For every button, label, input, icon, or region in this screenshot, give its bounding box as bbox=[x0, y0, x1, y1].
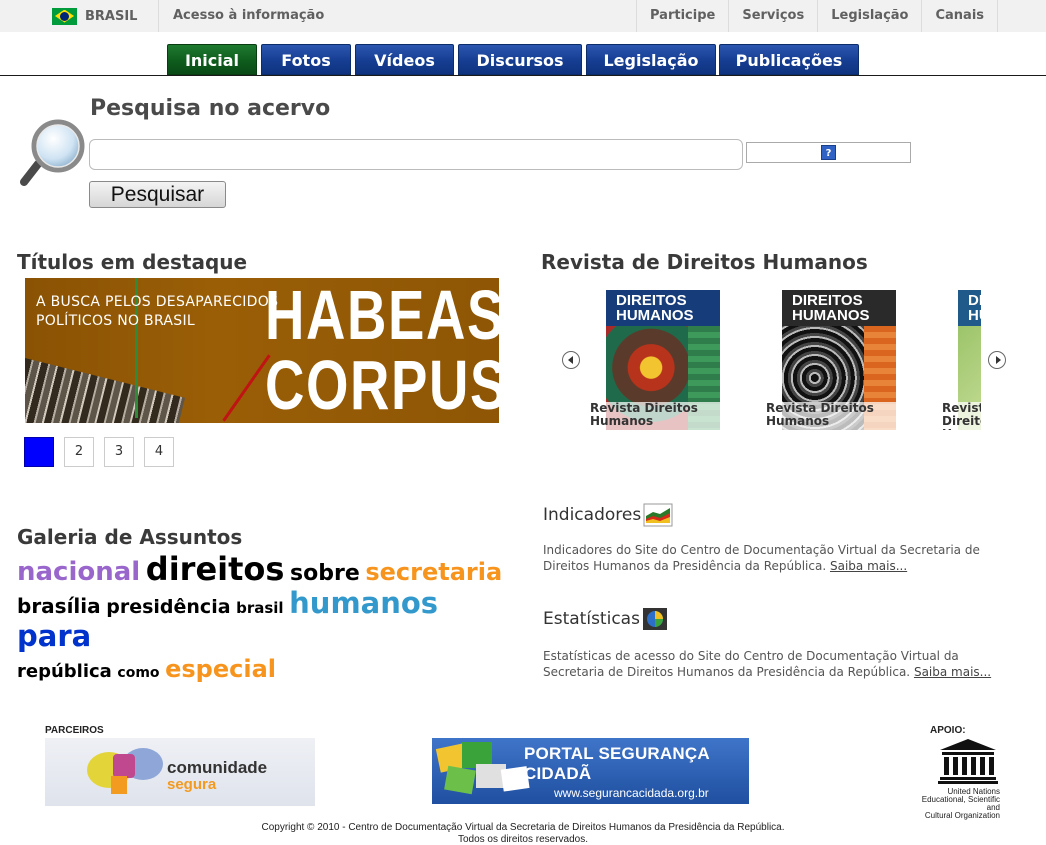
tag-cloud: nacional direitos sobre secretaria brasí… bbox=[17, 553, 507, 687]
partners-label: PARCEIROS bbox=[45, 725, 104, 736]
tag[interactable]: especial bbox=[165, 655, 276, 683]
gov-link-legislacao[interactable]: Legislação bbox=[818, 0, 923, 32]
unesco-name: United Nations Educational, Scientific a… bbox=[908, 788, 1000, 820]
cover-head-line: DIREITOS bbox=[616, 292, 687, 309]
copyright-line: Todos os direitos reservados. bbox=[457, 834, 589, 845]
banner-subtitle-line: POLÍTICOS NO BRASIL bbox=[36, 313, 196, 329]
indicators-text: Indicadores do Site do Centro de Documen… bbox=[543, 543, 980, 573]
banner-redline bbox=[222, 354, 271, 422]
indicators-description: Indicadores do Site do Centro de Documen… bbox=[543, 542, 1023, 574]
unesco-line: Educational, Scientific and bbox=[921, 795, 1000, 812]
search-input[interactable] bbox=[89, 139, 743, 170]
cover-head-line: DIREITOS bbox=[968, 292, 981, 309]
portal-title: PORTAL SEGURANÇA CIDADÃ bbox=[524, 744, 710, 783]
unesco-line: Cultural Organization bbox=[924, 811, 1000, 820]
tab-discursos[interactable]: Discursos bbox=[458, 44, 582, 75]
brasil-link[interactable]: BRASIL bbox=[52, 0, 137, 32]
portal-seguranca-logo[interactable]: PORTAL SEGURANÇA CIDADÃ www.segurancacid… bbox=[432, 738, 749, 804]
tag[interactable]: república bbox=[17, 661, 112, 682]
gallery-title: Galeria de Assuntos bbox=[17, 525, 243, 549]
banner-subtitle: A BUSCA PELOS DESAPARECIDOS POLÍTICOS NO… bbox=[36, 293, 278, 331]
cover-head-line: DIREITOS bbox=[792, 292, 863, 309]
tab-legislacao[interactable]: Legislação bbox=[586, 44, 716, 75]
main-nav: Inicial Fotos Vídeos Discursos Legislaçã… bbox=[0, 44, 1046, 76]
tag[interactable]: humanos bbox=[289, 586, 438, 620]
tab-fotos[interactable]: Fotos bbox=[261, 44, 351, 75]
tag[interactable]: brasil bbox=[236, 599, 283, 617]
pager-4[interactable]: 4 bbox=[144, 437, 174, 467]
statistics-description: Estatísticas de acesso do Site do Centro… bbox=[543, 648, 1023, 680]
tag[interactable]: para bbox=[17, 619, 91, 653]
gov-bar: BRASIL Acesso à informação Participe Ser… bbox=[0, 0, 1046, 32]
tag[interactable]: presidência bbox=[106, 596, 230, 618]
magazine-title: Revista de Direitos Humanos bbox=[541, 250, 868, 274]
copyright: Copyright © 2010 - Centro de Documentaçã… bbox=[0, 822, 1046, 845]
country-label: BRASIL bbox=[85, 8, 138, 24]
cover-head: DIREITOS HUMANOS bbox=[782, 290, 896, 326]
tag[interactable]: nacional bbox=[17, 557, 140, 587]
cover-head: DIREITOS HUMANOS bbox=[606, 290, 720, 326]
portal-url: www.segurancacidada.org.br bbox=[554, 786, 709, 800]
unesco-logo[interactable]: UNESCO United Nations Educational, Scien… bbox=[908, 738, 1000, 820]
support-label: APOIO: bbox=[930, 725, 966, 736]
tag[interactable]: sobre bbox=[290, 561, 360, 586]
tag[interactable]: brasília bbox=[17, 594, 101, 618]
search-options-field[interactable]: ? bbox=[746, 142, 911, 163]
tab-inicial[interactable]: Inicial bbox=[167, 44, 257, 75]
banner-subtitle-line: A BUSCA PELOS DESAPARECIDOS bbox=[36, 294, 279, 310]
copyright-line: Copyright © 2010 - Centro de Documentaçã… bbox=[261, 822, 785, 833]
indicators-heading: Indicadores bbox=[543, 503, 673, 527]
cover-head: DIREITOS HUMANOS bbox=[958, 290, 981, 326]
indicators-title: Indicadores bbox=[543, 505, 642, 525]
search-title: Pesquisa no acervo bbox=[90, 96, 331, 121]
search-button[interactable]: Pesquisar bbox=[89, 181, 226, 208]
brazil-flag-icon bbox=[52, 7, 77, 25]
pager-3[interactable]: 3 bbox=[104, 437, 134, 467]
segura-word: segura bbox=[167, 776, 217, 793]
gov-link-participe[interactable]: Participe bbox=[637, 0, 730, 32]
gov-link-servicos[interactable]: Serviços bbox=[729, 0, 819, 32]
statistics-text: Estatísticas de acesso do Site do Centro… bbox=[543, 649, 959, 679]
tab-videos[interactable]: Vídeos bbox=[355, 44, 454, 75]
comunidade-word: comunidade bbox=[167, 758, 268, 777]
tab-publicacoes[interactable]: Publicações bbox=[719, 44, 859, 75]
magazine-caption[interactable]: Revista Direitos Humanos bbox=[764, 402, 896, 430]
featured-title: Títulos em destaque bbox=[17, 250, 248, 274]
unesco-acronym: UNESCO bbox=[908, 760, 909, 761]
help-icon[interactable]: ? bbox=[821, 145, 836, 160]
magazine-caption[interactable]: Revista Direitos Humanos bbox=[940, 402, 981, 430]
comunidade-segura-logo[interactable]: comunidade segura bbox=[45, 738, 315, 806]
pager-2[interactable]: 2 bbox=[64, 437, 94, 467]
banner-title-line: CORPUS bbox=[265, 346, 499, 423]
featured-banner[interactable]: A BUSCA PELOS DESAPARECIDOS POLÍTICOS NO… bbox=[25, 278, 499, 423]
cover-head-line: HUMANOS bbox=[616, 307, 694, 324]
statistics-title: Estatísticas bbox=[543, 609, 640, 629]
magnifier-icon bbox=[20, 119, 85, 186]
magazine-caption[interactable]: Revista Direitos Humanos bbox=[588, 402, 720, 430]
divider bbox=[158, 0, 159, 32]
statistics-more-link[interactable]: Saiba mais... bbox=[914, 665, 991, 679]
carousel-next-icon[interactable] bbox=[988, 351, 1006, 369]
tag[interactable]: como bbox=[117, 665, 159, 681]
tag[interactable]: secretaria bbox=[365, 558, 502, 586]
access-info-link[interactable]: Acesso à informação bbox=[173, 0, 324, 32]
photo-collage bbox=[25, 358, 186, 423]
gov-link-canais[interactable]: Canais bbox=[922, 0, 999, 32]
pager-1[interactable]: 1 bbox=[24, 437, 54, 467]
chart-icon bbox=[643, 503, 673, 527]
pie-chart-icon bbox=[642, 608, 667, 630]
tag[interactable]: direitos bbox=[146, 550, 285, 588]
carousel-prev-icon[interactable] bbox=[562, 351, 580, 369]
gov-links: Participe Serviços Legislação Canais bbox=[636, 0, 999, 32]
speech-bubbles-icon bbox=[87, 748, 163, 794]
banner-title-line: HABEAS bbox=[265, 278, 499, 354]
unesco-temple-icon bbox=[938, 739, 998, 784]
indicators-more-link[interactable]: Saiba mais... bbox=[830, 559, 907, 573]
cover-head-line: HUMANOS bbox=[968, 307, 981, 324]
statistics-heading: Estatísticas bbox=[543, 607, 668, 631]
cover-head-line: HUMANOS bbox=[792, 307, 870, 324]
